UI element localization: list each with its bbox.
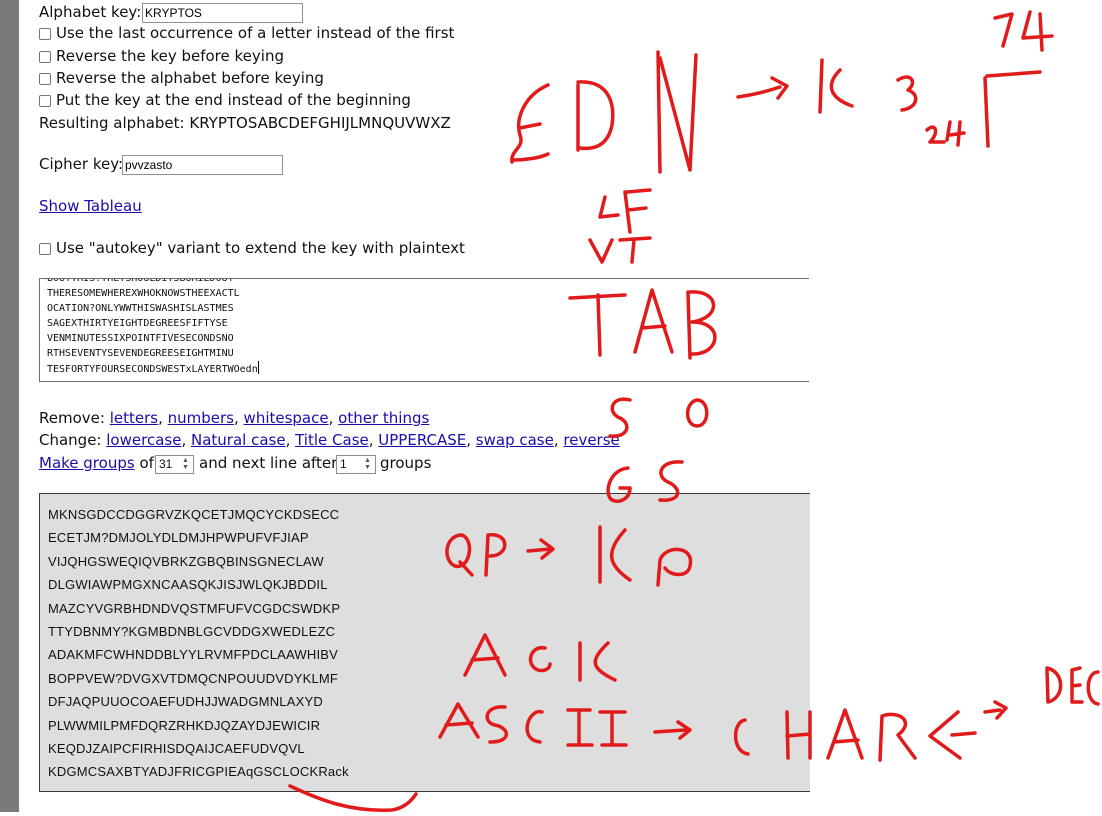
option-label: Reverse the alphabet before keying xyxy=(56,69,324,87)
lowercase-link[interactable]: lowercase xyxy=(106,431,181,449)
group-size-value: 31 xyxy=(159,457,173,471)
output-line: MAZCYVGRBHDNDVQSTMFUFVCGDCSWDKP xyxy=(48,600,341,616)
cipher-key-label: Cipher key: xyxy=(39,155,124,173)
output-line: PLWWMILPMFDQRZRHKDJQZAYDJEWICIR xyxy=(48,717,321,733)
output-line: DFJAQPUUOCOAEFUDHJJWADGMNLAXYD xyxy=(48,694,323,710)
option-reverse-alphabet[interactable]: Reverse the alphabet before keying xyxy=(39,68,324,88)
title-case-link[interactable]: Title Case xyxy=(295,431,369,449)
output-line: ADAKMFCWHNDDBLYYLRVMFPDCLAAWHIBV xyxy=(48,647,339,663)
change-label: Change: xyxy=(39,431,102,449)
alphabet-key-input[interactable]: KRYPTOS xyxy=(142,3,303,23)
tableau-row: Show Tableau xyxy=(39,196,142,216)
line-groups-stepper[interactable]: 1 ▲ ▼ xyxy=(336,455,376,474)
resulting-alphabet-value: KRYPTOSABCDEFGHIJLMNQUVWXZ xyxy=(189,114,451,132)
make-groups-link[interactable]: Make groups xyxy=(39,454,135,472)
autokey-checkbox[interactable] xyxy=(39,243,51,255)
output-line: TTYDBNMY?KGMBDNBLGCVDDGXWEDLEZC xyxy=(48,623,336,639)
reverse-link[interactable]: reverse xyxy=(563,431,619,449)
output-line: BOPPVEW?DVGXVTDMQCNPOUUDVDYKLMF xyxy=(48,670,339,686)
key-at-end-checkbox[interactable] xyxy=(39,95,51,107)
textarea-line: THERESOMEWHEREXWHOKNOWSTHEEXACTL xyxy=(47,288,240,299)
alphabet-key-label: Alphabet key: xyxy=(39,3,142,21)
groups-text: groups xyxy=(380,454,432,472)
reverse-alphabet-checkbox[interactable] xyxy=(39,73,51,85)
cipher-key-input[interactable]: pvvzasto xyxy=(122,155,283,175)
natural-case-link[interactable]: Natural case xyxy=(191,431,286,449)
autokey-option[interactable]: Use "autokey" variant to extend the key … xyxy=(39,238,465,258)
group-size-stepper[interactable]: 31 ▲ ▼ xyxy=(155,455,194,474)
output-line: ECETJM?DMJOLYDLDMJHPWPUFVFJIAP xyxy=(48,530,309,546)
next-line-text: and next line after xyxy=(199,454,338,472)
remove-label: Remove: xyxy=(39,409,105,427)
text-caret xyxy=(257,361,259,374)
textarea-line: VENMINUTESSIXPOINTFIVESECONDSNO xyxy=(47,333,234,344)
output-line: KEQDJZAIPCFIRHISDQAIJCAEFUDVQVL xyxy=(48,740,305,756)
option-key-at-end[interactable]: Put the key at the end instead of the be… xyxy=(39,90,411,110)
plaintext-textarea[interactable]: BOUTTHIS?THEYSHOULDITSBURIEDOUT THERESOM… xyxy=(39,278,809,382)
option-label: Put the key at the end instead of the be… xyxy=(56,91,411,109)
remove-tools: Remove: letters, numbers, whitespace, ot… xyxy=(39,409,430,427)
show-tableau-link[interactable]: Show Tableau xyxy=(39,197,142,215)
output-line: DLGWIAWPMGXNCAASQKJISJWLQKJBDDIL xyxy=(48,577,328,593)
autokey-label: Use "autokey" variant to extend the key … xyxy=(56,239,465,257)
left-side-bar xyxy=(0,0,19,812)
alphabet-key-row: Alphabet key: xyxy=(39,2,141,22)
uppercase-link[interactable]: UPPERCASE xyxy=(378,431,466,449)
cipher-output[interactable]: MKNSGDCCDGGRVZKQCETJMQCYCKDSECC ECETJM?D… xyxy=(39,493,810,792)
textarea-line: SAGEXTHIRTYEIGHTDEGREESFIFTYSE xyxy=(47,318,228,329)
reverse-key-checkbox[interactable] xyxy=(39,51,51,63)
option-label: Reverse the key before keying xyxy=(56,47,284,65)
remove-other-things-link[interactable]: other things xyxy=(338,409,429,427)
textarea-line: BOUTTHIS?THEYSHOULDITSBURIEDOUT xyxy=(47,278,234,284)
option-label: Use the last occurrence of a letter inst… xyxy=(56,24,455,42)
option-last-occurrence[interactable]: Use the last occurrence of a letter inst… xyxy=(39,23,454,43)
resulting-alphabet-label: Resulting alphabet: xyxy=(39,114,185,132)
change-tools: Change: lowercase, Natural case, Title C… xyxy=(39,431,620,449)
group-tools: Make groups of xyxy=(39,453,154,473)
remove-letters-link[interactable]: letters xyxy=(110,409,158,427)
cipher-key-row: Cipher key: xyxy=(39,154,123,174)
output-line: KDGMCSAXBTYADJFRICGPIEAqGSCLOCKRack xyxy=(48,764,349,780)
line-groups-value: 1 xyxy=(340,457,347,471)
swap-case-link[interactable]: swap case xyxy=(476,431,554,449)
last-occurrence-checkbox[interactable] xyxy=(39,28,51,40)
output-line: VIJQHGSWEQIQVBRKZGBQBINSGNECLAW xyxy=(48,553,324,569)
stepper-arrows-icon[interactable]: ▲ ▼ xyxy=(180,457,191,472)
textarea-line-last: TESFORTYFOURSECONDSWESTxLAYERTWOedn xyxy=(47,361,809,376)
textarea-line: OCATION?ONLYWWTHISWASHISLASTMES xyxy=(47,303,234,314)
option-reverse-key[interactable]: Reverse the key before keying xyxy=(39,46,284,66)
stepper-arrows-icon[interactable]: ▲ ▼ xyxy=(362,457,373,472)
of-text: of xyxy=(139,454,154,472)
remove-numbers-link[interactable]: numbers xyxy=(168,409,234,427)
next-line-label-row: and next line after xyxy=(199,453,337,473)
textarea-line-text: TESFORTYFOURSECONDSWESTxLAYERTWOedn xyxy=(47,364,258,375)
groups-label-row: groups xyxy=(380,453,431,473)
output-line: MKNSGDCCDGGRVZKQCETJMQCYCKDSECC xyxy=(48,507,340,522)
resulting-alphabet: Resulting alphabet: KRYPTOSABCDEFGHIJLMN… xyxy=(39,113,451,133)
textarea-line: RTHSEVENTYSEVENDEGREESEIGHTMINU xyxy=(47,348,234,359)
remove-whitespace-link[interactable]: whitespace xyxy=(244,409,329,427)
